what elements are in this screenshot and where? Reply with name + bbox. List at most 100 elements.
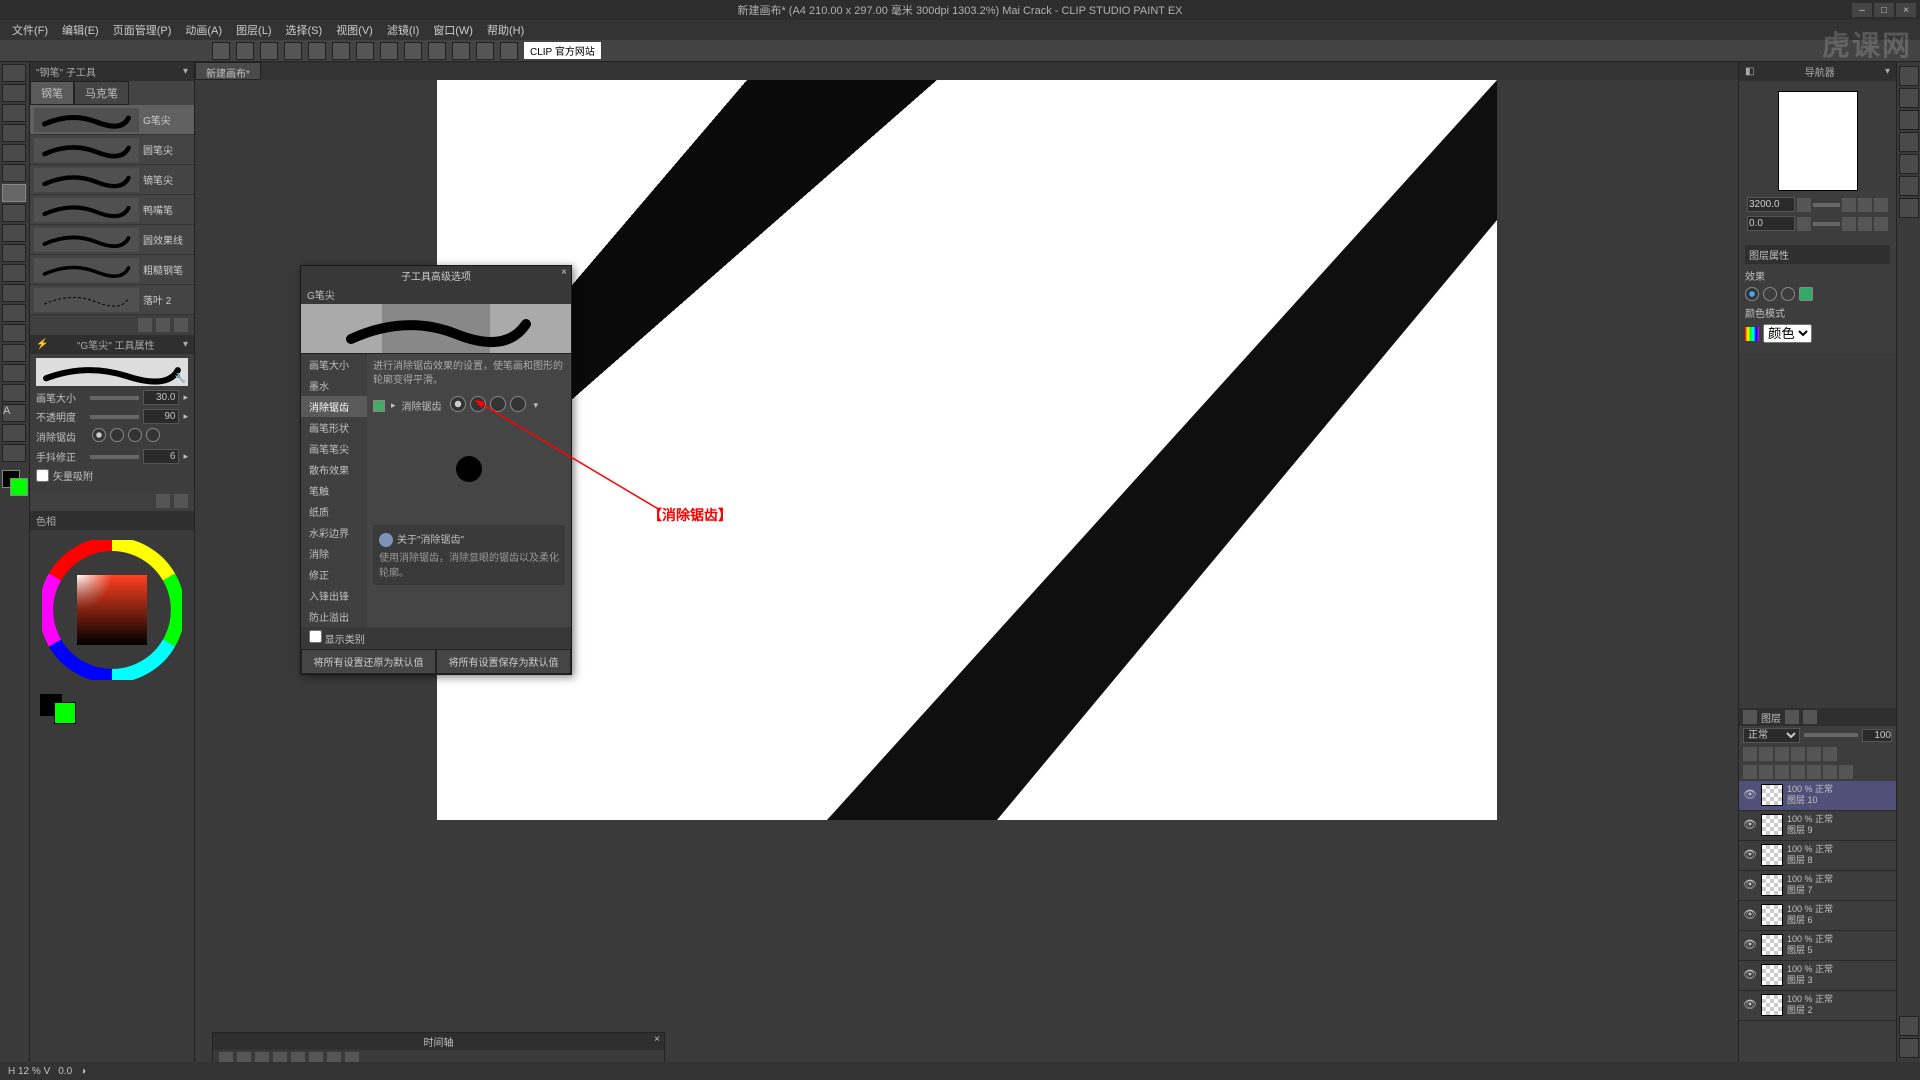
panel-menu-icon[interactable]: ▾ — [1885, 66, 1890, 77]
stabilize-slider[interactable] — [90, 455, 139, 459]
dock-subview-icon[interactable] — [1899, 88, 1919, 108]
panel-menu-icon[interactable]: ▾ — [183, 66, 188, 77]
tool-airbrush-icon[interactable] — [2, 244, 26, 262]
layer-item[interactable]: 👁100 % 正常图层 5 — [1739, 931, 1896, 961]
layer-draft-icon[interactable] — [1791, 747, 1805, 761]
tool-pencil-icon[interactable] — [2, 204, 26, 222]
tool-shape-icon[interactable] — [2, 344, 26, 362]
tool-zoom-icon[interactable] — [2, 64, 26, 82]
show-category-check[interactable] — [309, 630, 322, 643]
zoom-in-icon[interactable] — [1842, 198, 1856, 212]
layer-ruler-icon[interactable] — [1823, 747, 1837, 761]
dialog-side-item[interactable]: 笔触 — [301, 480, 367, 501]
visibility-icon[interactable]: 👁 — [1743, 998, 1757, 1012]
zoom-input[interactable] — [1747, 197, 1795, 212]
dialog-side-item[interactable]: 画笔形状 — [301, 417, 367, 438]
tool-blend-icon[interactable] — [2, 284, 26, 302]
layer-mask-icon[interactable] — [1807, 747, 1821, 761]
visibility-icon[interactable]: 👁 — [1743, 938, 1757, 952]
brush-item[interactable]: 镝笔尖 — [30, 165, 194, 195]
toolbar-fill-icon[interactable] — [356, 42, 374, 60]
dialog-side-item[interactable]: 防止溢出 — [301, 606, 367, 627]
maximize-icon[interactable]: □ — [1874, 3, 1894, 17]
dialog-side-item[interactable]: 纸质 — [301, 501, 367, 522]
toolbar-redo-icon[interactable] — [308, 42, 326, 60]
brush-item[interactable]: 粗糙钢笔 — [30, 255, 194, 285]
tool-move-icon[interactable] — [2, 84, 26, 102]
tool-gradient-icon[interactable] — [2, 324, 26, 342]
panel-menu-icon[interactable]: ▾ — [183, 339, 188, 350]
effect-radio[interactable] — [1745, 287, 1890, 301]
dialog-close-icon[interactable]: × — [561, 267, 567, 278]
toolbar-open-icon[interactable] — [236, 42, 254, 60]
rot-slider[interactable] — [1813, 222, 1840, 226]
tool-text-icon[interactable]: A — [2, 404, 26, 422]
dialog-side-item[interactable]: 入锋出锋 — [301, 585, 367, 606]
opacity-slider[interactable] — [90, 415, 139, 419]
layer-down-icon[interactable] — [1823, 765, 1837, 779]
actual-icon[interactable] — [1874, 198, 1888, 212]
canvas-tab[interactable]: 新建画布* — [195, 62, 261, 80]
tool-select-icon[interactable] — [2, 104, 26, 122]
toolbar-save-icon[interactable] — [260, 42, 278, 60]
layer-merge-icon[interactable] — [1791, 765, 1805, 779]
dock-layer-icon[interactable] — [1899, 1016, 1919, 1036]
vector-snap-check[interactable] — [36, 469, 49, 482]
rot-right-icon[interactable] — [1842, 217, 1856, 231]
clip-website-button[interactable]: CLIP 官方网站 — [524, 42, 601, 59]
menu-item[interactable]: 视图(V) — [330, 20, 379, 40]
layer-mode-select[interactable]: 正常 — [1743, 728, 1800, 743]
dialog-side-item[interactable]: 水彩边界 — [301, 522, 367, 543]
layer-item[interactable]: 👁100 % 正常图层 8 — [1739, 841, 1896, 871]
menu-item[interactable]: 帮助(H) — [481, 20, 530, 40]
tool-balloon-icon[interactable] — [2, 424, 26, 442]
toolbar-rotate-icon[interactable] — [404, 42, 422, 60]
tool-ruler-icon[interactable] — [2, 384, 26, 402]
layer-item[interactable]: 👁100 % 正常图层 3 — [1739, 961, 1896, 991]
layer-del-icon[interactable] — [1839, 765, 1853, 779]
tab-pen[interactable]: 钢笔 — [30, 81, 74, 105]
layer-item[interactable]: 👁100 % 正常图层 9 — [1739, 811, 1896, 841]
tool-line-icon[interactable] — [2, 444, 26, 462]
toolbar-undo-icon[interactable] — [284, 42, 302, 60]
menu-item[interactable]: 编辑(E) — [56, 20, 105, 40]
zoom-slider[interactable] — [1813, 203, 1840, 207]
layer-item[interactable]: 👁100 % 正常图层 2 — [1739, 991, 1896, 1021]
brush-settings-icon[interactable] — [138, 318, 152, 332]
visibility-icon[interactable]: 👁 — [1743, 788, 1757, 802]
brush-item[interactable]: 落叶 2 — [30, 285, 194, 315]
aa-enable-check[interactable] — [373, 400, 385, 412]
layer-blend-select[interactable]: 颜色 — [1763, 324, 1812, 343]
toolbar-snap-icon[interactable] — [476, 42, 494, 60]
prop-wrench-icon[interactable]: 🔧 — [175, 373, 186, 384]
menu-item[interactable]: 窗口(W) — [427, 20, 479, 40]
save-defaults-button[interactable]: 将所有设置保存为默认值 — [436, 649, 571, 674]
brush-delete-icon[interactable] — [174, 318, 188, 332]
tool-frame-icon[interactable] — [2, 364, 26, 382]
brush-item[interactable]: 圆笔尖 — [30, 135, 194, 165]
layer-lock-icon[interactable] — [1743, 747, 1757, 761]
flip-v-icon[interactable] — [1874, 217, 1888, 231]
dialog-side-item[interactable]: 消除 — [301, 543, 367, 564]
toolbar-scale-icon[interactable] — [380, 42, 398, 60]
visibility-icon[interactable]: 👁 — [1743, 848, 1757, 862]
flip-h-icon[interactable] — [1858, 217, 1872, 231]
toolbar-guide-icon[interactable] — [500, 42, 518, 60]
menu-item[interactable]: 文件(F) — [6, 20, 54, 40]
visibility-icon[interactable]: 👁 — [1743, 878, 1757, 892]
brush-size-slider[interactable] — [90, 396, 139, 400]
prop-wrench-icon[interactable] — [174, 494, 188, 508]
dock-history-icon[interactable] — [1899, 132, 1919, 152]
toolbar-clear-icon[interactable] — [332, 42, 350, 60]
dock-search-icon[interactable] — [1899, 198, 1919, 218]
toolbar-transform-icon[interactable] — [452, 42, 470, 60]
dock-info-icon[interactable] — [1899, 176, 1919, 196]
zoom-out-icon[interactable] — [1797, 198, 1811, 212]
fit-icon[interactable] — [1858, 198, 1872, 212]
dock-nav-icon[interactable] — [1899, 66, 1919, 86]
tool-wand-icon[interactable] — [2, 144, 26, 162]
menu-item[interactable]: 动画(A) — [179, 20, 228, 40]
rotate-input[interactable] — [1747, 216, 1795, 231]
visibility-icon[interactable]: 👁 — [1743, 968, 1757, 982]
brush-item[interactable]: G笔尖 — [30, 105, 194, 135]
